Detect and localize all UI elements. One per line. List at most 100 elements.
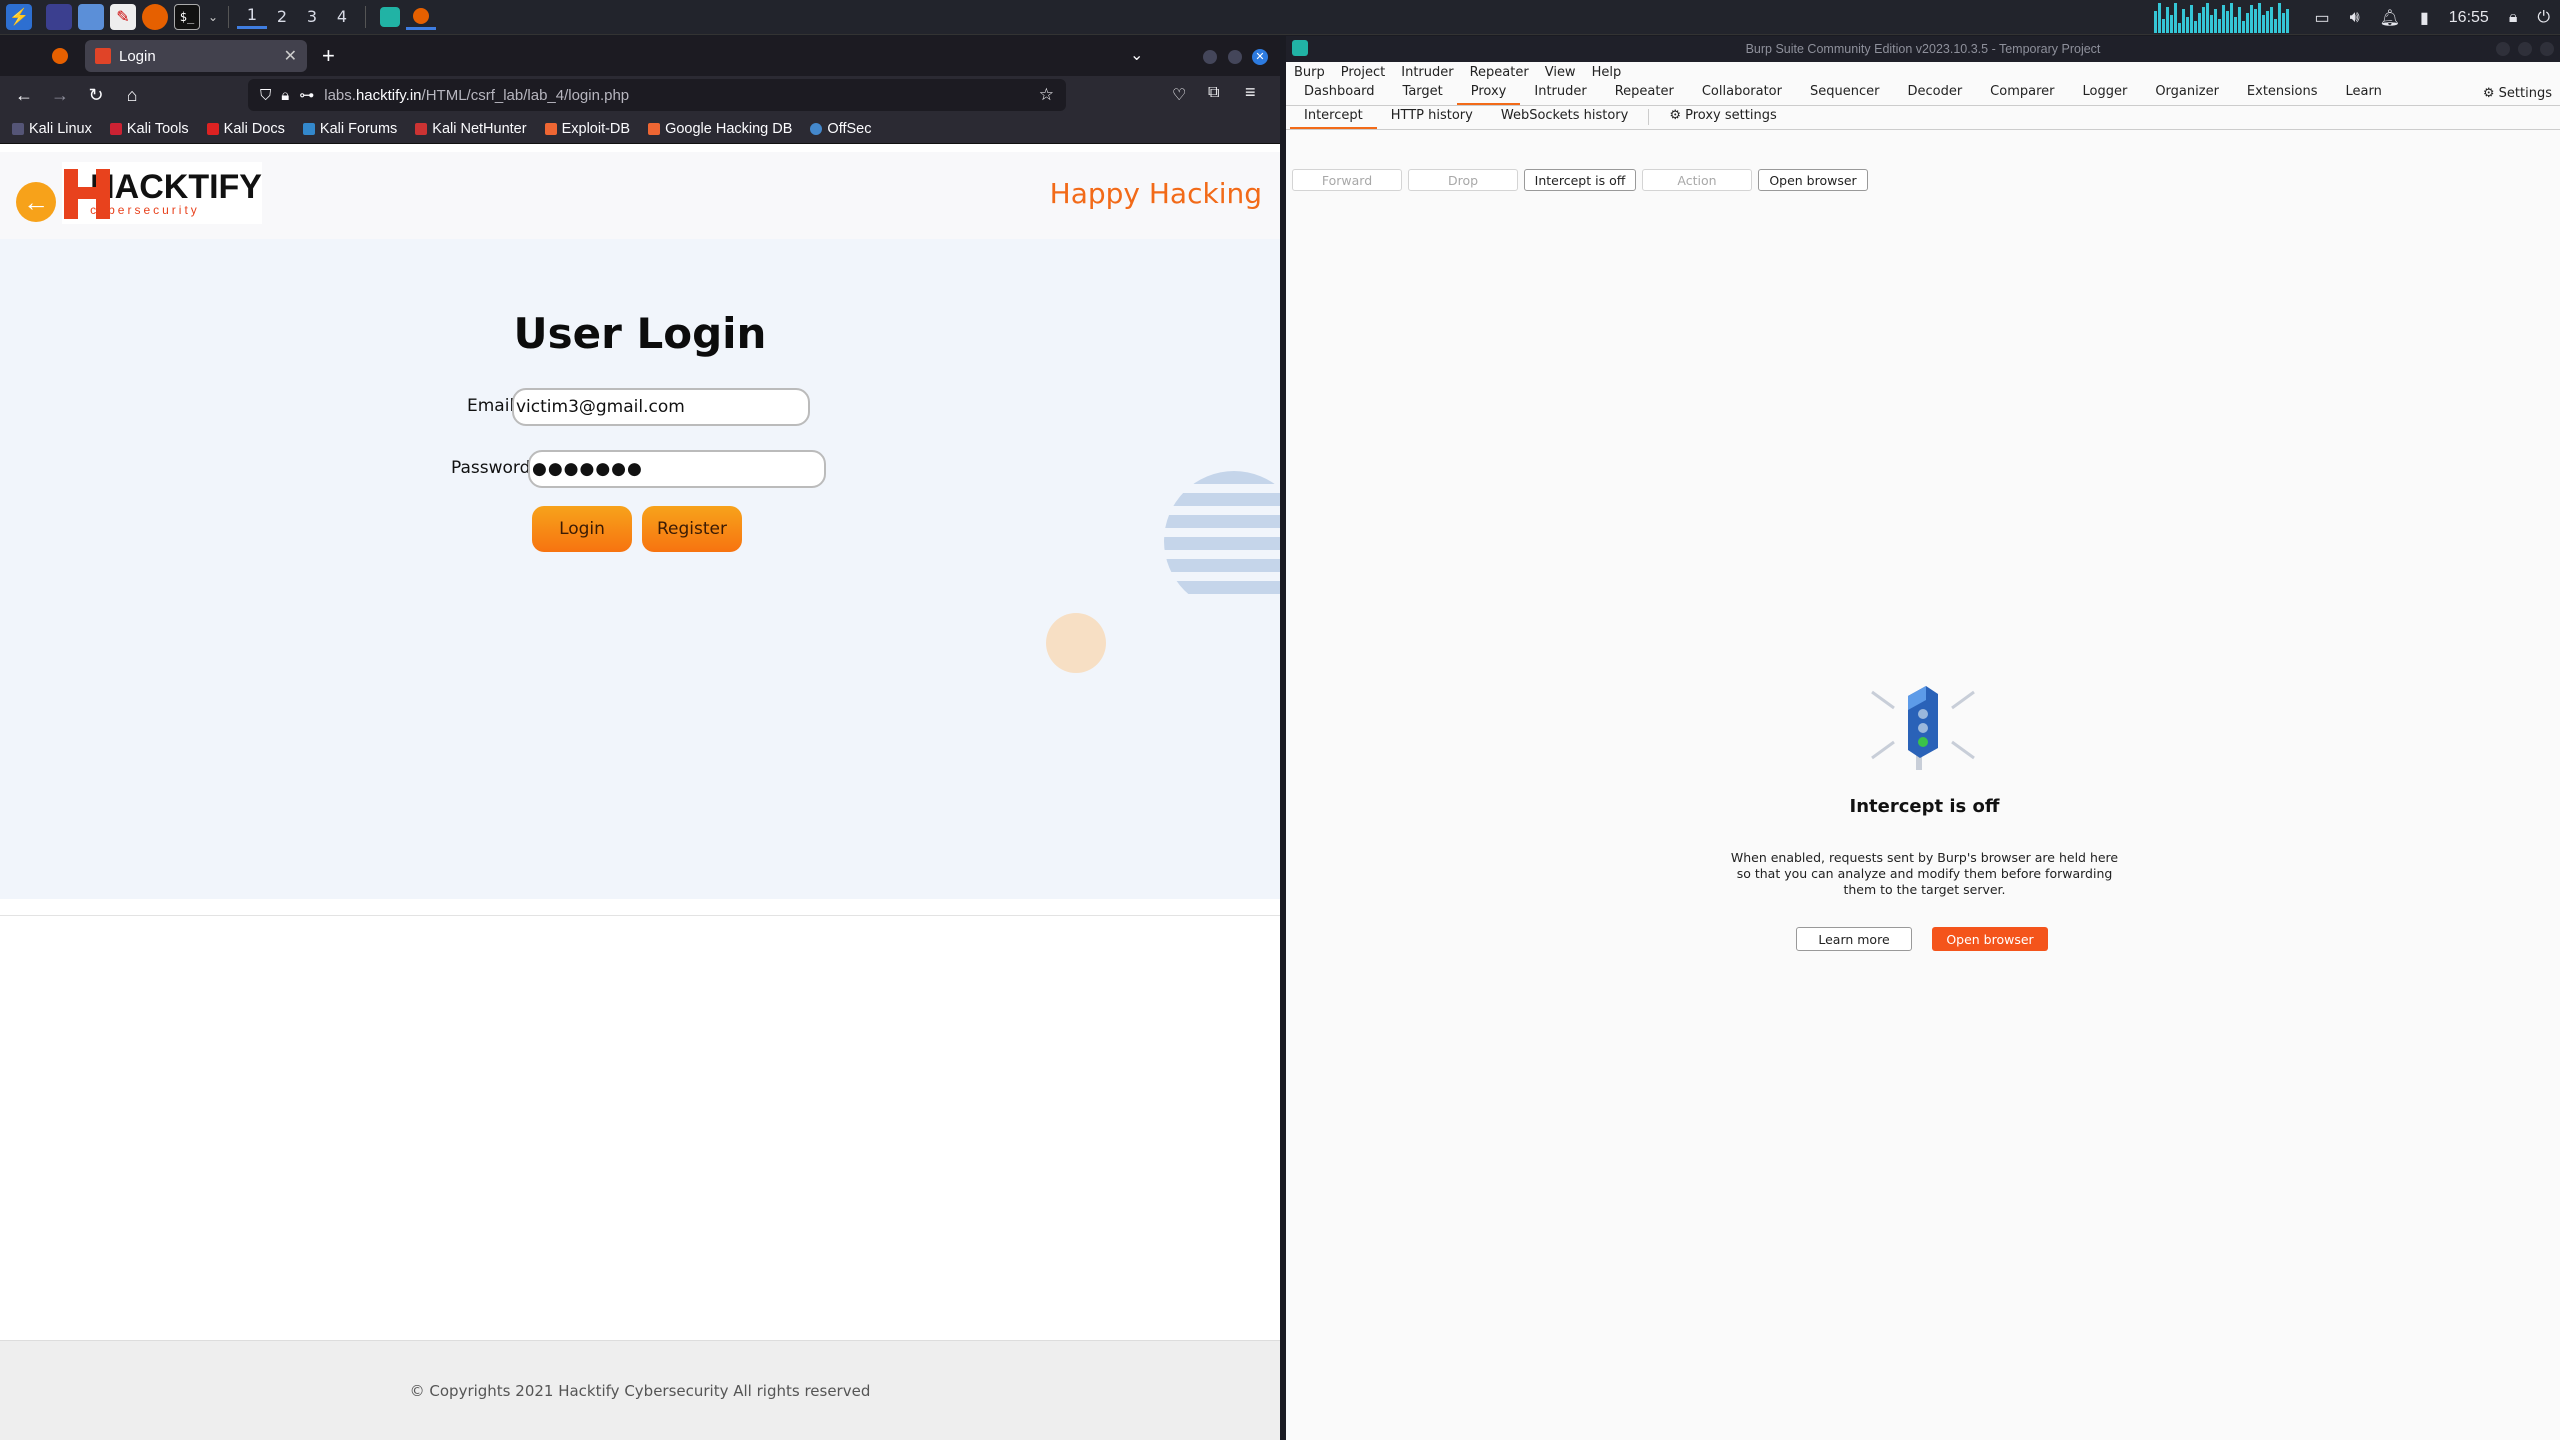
open-browser-button[interactable]: Open browser bbox=[1932, 927, 2048, 951]
menu-help[interactable]: Help bbox=[1592, 65, 1622, 80]
subtab-websockets-history[interactable]: WebSockets history bbox=[1487, 108, 1642, 129]
maximize-icon[interactable] bbox=[2518, 42, 2532, 56]
hacktify-logo[interactable]: HACKTIFY cybersecurity bbox=[62, 162, 262, 224]
burp-main-tabs: Dashboard Target Proxy Intruder Repeater… bbox=[1286, 82, 2560, 106]
lock-icon[interactable]: 🔒︎ bbox=[281, 87, 289, 104]
hacktify-favicon-icon bbox=[95, 48, 111, 64]
password-field[interactable]: ●●●●●●● bbox=[528, 450, 826, 488]
notification-bell-icon[interactable]: 🔔︎ bbox=[2380, 8, 2400, 28]
bookmark-kali-docs[interactable]: Kali Docs bbox=[206, 121, 285, 137]
extensions-icon[interactable]: ⧉ bbox=[1208, 84, 1219, 102]
tab-proxy[interactable]: Proxy bbox=[1456, 84, 1521, 105]
login-button[interactable]: Login bbox=[532, 506, 632, 552]
firefox-view-icon[interactable] bbox=[52, 48, 68, 64]
settings-button[interactable]: ⚙ Settings bbox=[2483, 86, 2552, 101]
bookmark-star-icon[interactable]: ☆ bbox=[1039, 85, 1054, 105]
tab-login[interactable]: Login ✕ bbox=[85, 40, 307, 72]
tab-collaborator[interactable]: Collaborator bbox=[1688, 84, 1796, 105]
bookmark-kali-nethunter[interactable]: Kali NetHunter bbox=[415, 121, 527, 137]
burp-logo-icon bbox=[1292, 40, 1308, 56]
hamburger-menu-icon[interactable]: ≡ bbox=[1245, 82, 1256, 103]
menu-intruder[interactable]: Intruder bbox=[1401, 65, 1453, 80]
tab-dashboard[interactable]: Dashboard bbox=[1290, 84, 1389, 105]
file-manager-icon[interactable] bbox=[78, 4, 104, 30]
reload-icon[interactable]: ↻ bbox=[78, 85, 114, 106]
proxy-settings-button[interactable]: ⚙ Proxy settings bbox=[1655, 108, 1790, 129]
bookmark-exploit-db[interactable]: Exploit-DB bbox=[544, 121, 630, 137]
shield-icon[interactable]: ⛉ bbox=[260, 87, 271, 104]
tab-logger[interactable]: Logger bbox=[2069, 84, 2142, 105]
lock-icon[interactable]: 🔒︎ bbox=[2509, 9, 2518, 27]
subtab-http-history[interactable]: HTTP history bbox=[1377, 108, 1487, 129]
home-icon[interactable]: ⌂ bbox=[114, 85, 150, 106]
kali-menu-icon[interactable]: ⚡ bbox=[6, 4, 32, 30]
forward-arrow-icon[interactable]: → bbox=[42, 85, 78, 106]
new-tab-icon[interactable]: + bbox=[322, 43, 335, 69]
bookmark-kali-linux[interactable]: Kali Linux bbox=[12, 121, 92, 137]
url-bar[interactable]: ⛉ 🔒︎ ⊶ labs. hacktify.in /HTML/csrf_lab/… bbox=[248, 79, 1066, 111]
open-browser-toolbar-button[interactable]: Open browser bbox=[1758, 169, 1868, 191]
intercept-desc-line1: When enabled, requests sent by Burp's br… bbox=[1730, 850, 2119, 865]
burp-taskbar-icon[interactable] bbox=[380, 7, 400, 27]
back-arrow-icon[interactable]: ← bbox=[16, 182, 56, 222]
menu-repeater[interactable]: Repeater bbox=[1470, 65, 1529, 80]
workspace-1[interactable]: 1 bbox=[237, 5, 267, 29]
workspace-2[interactable]: 2 bbox=[267, 7, 297, 28]
subtab-intercept[interactable]: Intercept bbox=[1290, 108, 1377, 129]
pocket-icon[interactable]: ♡ bbox=[1172, 85, 1186, 105]
power-icon[interactable]: ⏻ bbox=[2537, 9, 2550, 27]
bookmark-offsec[interactable]: OffSec bbox=[810, 121, 871, 137]
volume-icon[interactable]: 🔊︎ bbox=[2350, 9, 2360, 27]
burp-menu-bar: Burp Project Intruder Repeater View Help bbox=[1286, 62, 2560, 82]
forward-button[interactable]: Forward bbox=[1292, 169, 1402, 191]
ghdb-icon bbox=[648, 122, 661, 135]
minimize-icon[interactable] bbox=[1203, 50, 1217, 64]
chevron-down-icon[interactable]: ⌄ bbox=[206, 4, 220, 30]
tab-list-chevron-icon[interactable]: ⌄ bbox=[1130, 45, 1143, 65]
close-window-icon[interactable] bbox=[2540, 42, 2554, 56]
tab-learn[interactable]: Learn bbox=[2332, 84, 2396, 105]
learn-more-button[interactable]: Learn more bbox=[1796, 927, 1912, 951]
text-editor-icon[interactable]: ✎ bbox=[110, 4, 136, 30]
tab-sequencer[interactable]: Sequencer bbox=[1796, 84, 1893, 105]
window-title: Burp Suite Community Edition v2023.10.3.… bbox=[1745, 42, 2101, 56]
firefox-icon[interactable] bbox=[142, 4, 168, 30]
permissions-icon[interactable]: ⊶ bbox=[299, 86, 314, 104]
tab-extensions[interactable]: Extensions bbox=[2233, 84, 2332, 105]
display-icon[interactable]: ▭ bbox=[2314, 8, 2329, 28]
tab-organizer[interactable]: Organizer bbox=[2141, 84, 2233, 105]
tab-intruder[interactable]: Intruder bbox=[1520, 84, 1600, 105]
action-button[interactable]: Action bbox=[1642, 169, 1752, 191]
kali-forums-icon bbox=[302, 122, 315, 135]
email-field[interactable]: victim3@gmail.com bbox=[512, 388, 810, 426]
bookmark-kali-tools[interactable]: Kali Tools bbox=[109, 121, 189, 137]
intercept-toggle-button[interactable]: Intercept is off bbox=[1524, 169, 1636, 191]
back-arrow-icon[interactable]: ← bbox=[6, 85, 42, 106]
workspace-4[interactable]: 4 bbox=[327, 7, 357, 28]
page-title: User Login bbox=[513, 309, 767, 358]
battery-icon[interactable]: ▮ bbox=[2420, 8, 2429, 28]
bookmark-kali-forums[interactable]: Kali Forums bbox=[302, 121, 397, 137]
tab-decoder[interactable]: Decoder bbox=[1893, 84, 1976, 105]
maximize-icon[interactable] bbox=[1228, 50, 1242, 64]
tab-repeater[interactable]: Repeater bbox=[1601, 84, 1688, 105]
tab-target[interactable]: Target bbox=[1389, 84, 1457, 105]
show-desktop-icon[interactable] bbox=[46, 4, 72, 30]
workspace-3[interactable]: 3 bbox=[297, 7, 327, 28]
close-icon[interactable]: ✕ bbox=[284, 46, 297, 66]
menu-view[interactable]: View bbox=[1545, 65, 1576, 80]
exploit-db-icon bbox=[544, 122, 557, 135]
decorative-striped-circle bbox=[1164, 471, 1280, 611]
firefox-taskbar-icon[interactable] bbox=[406, 4, 436, 30]
minimize-icon[interactable] bbox=[2496, 42, 2510, 56]
drop-button[interactable]: Drop bbox=[1408, 169, 1518, 191]
menu-project[interactable]: Project bbox=[1341, 65, 1385, 80]
clock[interactable]: 16:55 bbox=[2449, 9, 2489, 27]
close-window-icon[interactable]: ✕ bbox=[1252, 49, 1268, 65]
bookmark-google-hacking-db[interactable]: Google Hacking DB bbox=[648, 121, 792, 137]
terminal-icon[interactable]: $_ bbox=[174, 4, 200, 30]
register-button[interactable]: Register bbox=[642, 506, 742, 552]
menu-burp[interactable]: Burp bbox=[1294, 65, 1325, 80]
kali-icon bbox=[12, 122, 24, 135]
tab-comparer[interactable]: Comparer bbox=[1976, 84, 2068, 105]
